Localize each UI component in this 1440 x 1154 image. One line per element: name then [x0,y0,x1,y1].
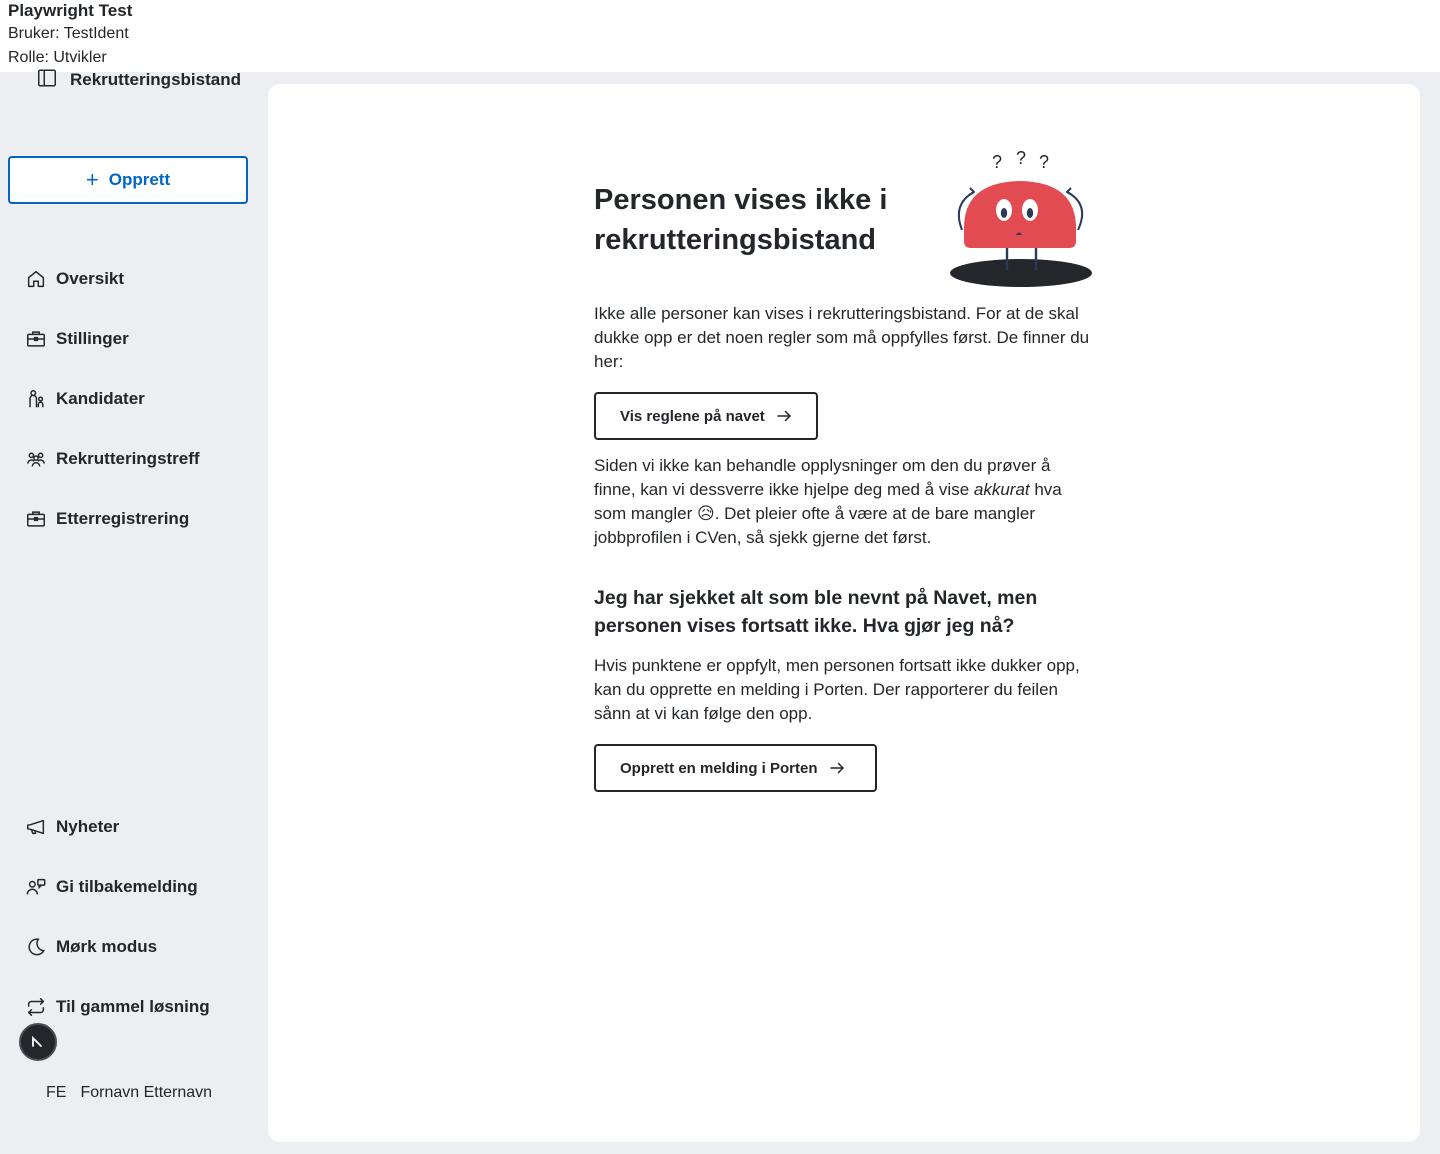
test-user-line: Bruker: TestIdent [8,25,129,42]
megaphone-icon [24,815,48,839]
sidebar-item-kandidater[interactable]: Kandidater [24,385,145,413]
arrow-right-icon [775,407,793,425]
briefcase-icon [24,507,48,531]
arrows-cycle-icon [24,995,48,1019]
main-panel: Personen vises ikke i rekrutteringsbista… [268,84,1420,1142]
arrow-right-icon [828,759,846,777]
compass-icon [32,1035,42,1047]
create-porten-label: Opprett en melding i Porten [620,759,818,777]
test-app-name: Playwright Test [8,1,133,20]
explanation-text: Siden vi ikke kan behandle opplysninger … [594,456,1062,547]
people-group-icon [24,447,48,471]
moon-icon [24,935,48,959]
sidebar-toggle-icon[interactable] [36,67,58,94]
test-role-line: Rolle: Utvikler [8,49,107,66]
view-rules-button[interactable]: Vis reglene på navet [594,392,818,440]
sidebar-item-etterregistrering[interactable]: Etterregistrering [24,505,189,533]
sidebar-item-label: Til gammel løsning [56,997,210,1016]
brand-label: Rekrutteringsbistand [70,70,241,89]
view-rules-label: Vis reglene på navet [620,407,765,425]
avatar: FE [46,1084,67,1101]
page-title: Personen vises ikke i rekrutteringsbista… [594,184,888,256]
person-chat-icon [24,875,48,899]
dev-tools-button[interactable] [19,1023,57,1061]
sidebar-item-label: Stillinger [56,329,129,348]
svg-text:?: ? [992,152,1002,172]
sidebar-item-label: Nyheter [56,817,120,836]
sidebar-item-tilbakemelding[interactable]: Gi tilbakemelding [24,873,198,901]
svg-text:?: ? [1016,148,1026,168]
user-name: Fornavn Etternavn [80,1084,213,1101]
house-icon [24,267,48,291]
sidebar-item-rekrutteringstreff[interactable]: Rekrutteringstreff [24,445,200,473]
sidebar-brand[interactable]: Rekrutteringsbistand [24,68,241,92]
sidebar-item-old-solution[interactable]: Til gammel løsning [24,993,210,1021]
sidebar-item-dark-mode[interactable]: Mørk modus [24,933,157,961]
user-profile[interactable]: FE Fornavn Etternavn [46,1084,212,1102]
sidebar-item-label: Gi tilbakemelding [56,877,198,896]
sidebar-item-label: Oversikt [56,269,125,288]
create-porten-message-button[interactable]: Opprett en melding i Porten [594,744,877,792]
plus-icon: + [85,167,99,192]
sidebar-item-label: Rekrutteringstreff [56,449,200,468]
sidebar-item-oversikt[interactable]: Oversikt [24,265,124,293]
sidebar-item-nyheter[interactable]: Nyheter [24,813,119,841]
sidebar-item-label: Mørk modus [56,937,158,956]
sidebar: Rekrutteringsbistand + Opprett Oversikt … [0,0,268,1154]
confused-blob-illustration: ? ? ? [950,148,1092,287]
section-heading: Jeg har sjekket alt som ble nevnt på Nav… [594,587,1038,637]
create-button[interactable]: + Opprett [8,156,248,204]
sidebar-item-label: Etterregistrering [56,509,190,528]
test-user-banner: Playwright Test Bruker: TestIdent Rolle:… [0,0,1440,72]
porten-text: Hvis punktene er oppfylt, men personen f… [594,656,1080,723]
person-child-icon [24,387,48,411]
sidebar-item-stillinger[interactable]: Stillinger [24,325,129,353]
intro-text: Ikke alle personer kan vises i rekrutter… [594,304,1090,371]
sidebar-item-label: Kandidater [56,389,145,408]
create-label: Opprett [108,170,171,189]
briefcase-icon [24,327,48,351]
svg-text:?: ? [1039,152,1049,172]
